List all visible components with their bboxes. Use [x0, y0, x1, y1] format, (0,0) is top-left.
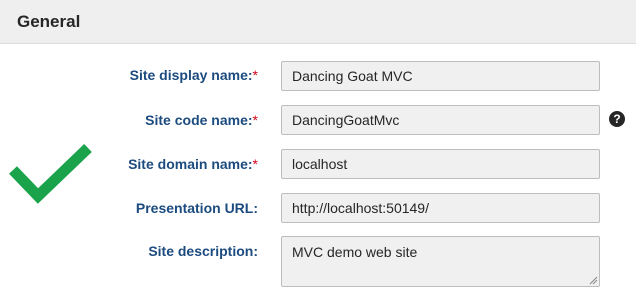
- required-marker: *: [252, 112, 258, 128]
- required-marker: *: [252, 156, 258, 172]
- site-domain-name-label: Site domain name:*: [128, 156, 258, 172]
- question-icon[interactable]: ?: [609, 111, 625, 127]
- presentation-url-field[interactable]: http://localhost:50149/: [281, 193, 600, 223]
- site-display-name-label: Site display name:*: [129, 67, 258, 83]
- site-code-name-label: Site code name:*: [145, 112, 258, 128]
- checkmark-icon: [9, 144, 92, 204]
- site-domain-name-field[interactable]: localhost: [281, 149, 600, 179]
- site-code-name-field[interactable]: DancingGoatMvc: [281, 105, 600, 135]
- presentation-url-label: Presentation URL:: [135, 200, 258, 216]
- site-description-field[interactable]: MVC demo web site: [281, 236, 600, 287]
- site-description-label: Site description:: [148, 243, 258, 259]
- section-header: General: [0, 0, 636, 44]
- site-display-name-field[interactable]: Dancing Goat MVC: [281, 61, 600, 91]
- section-title: General: [17, 12, 81, 31]
- required-marker: *: [252, 67, 258, 83]
- site-description-text: MVC demo web site: [292, 244, 418, 260]
- resize-grip-icon[interactable]: [589, 276, 598, 285]
